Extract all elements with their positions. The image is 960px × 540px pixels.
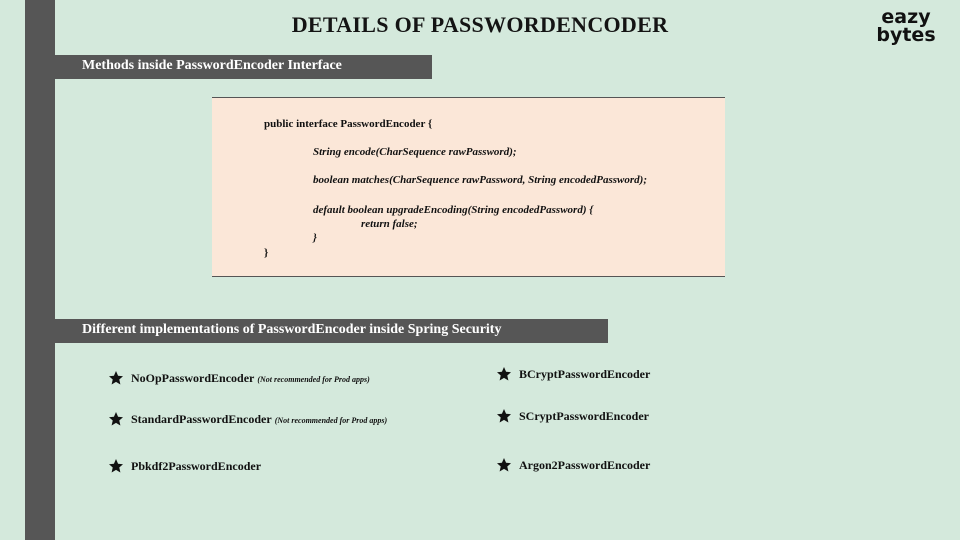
star-icon bbox=[109, 371, 123, 385]
star-icon bbox=[497, 409, 511, 423]
code-line-inner-brace: } bbox=[313, 232, 317, 244]
section-header-methods: Methods inside PasswordEncoder Interface bbox=[55, 55, 432, 79]
list-item-scrypt: SCryptPasswordEncoder bbox=[497, 409, 650, 424]
star-icon bbox=[497, 458, 511, 472]
eazybytes-logo: eazy bytes bbox=[872, 8, 940, 46]
code-line-interface: public interface PasswordEncoder { bbox=[264, 118, 433, 130]
star-icon bbox=[109, 459, 123, 473]
code-line-encode: String encode(CharSequence rawPassword); bbox=[313, 146, 517, 158]
item-label: StandardPasswordEncoder bbox=[131, 412, 272, 426]
section-header-implementations: Different implementations of PasswordEnc… bbox=[55, 319, 608, 343]
left-accent-bar bbox=[25, 0, 55, 540]
star-icon bbox=[109, 412, 123, 426]
code-line-return: return false; bbox=[361, 218, 418, 230]
logo-line-2: bytes bbox=[876, 24, 936, 46]
code-line-upgrade: default boolean upgradeEncoding(String e… bbox=[313, 204, 594, 216]
code-block: public interface PasswordEncoder { Strin… bbox=[212, 97, 725, 277]
list-item-standard: StandardPasswordEncoder (Not recommended … bbox=[109, 412, 388, 427]
list-item-argon2: Argon2PasswordEncoder bbox=[497, 458, 651, 473]
star-icon bbox=[497, 367, 511, 381]
page-title: DETAILS OF PASSWORDENCODER bbox=[291, 12, 669, 37]
code-line-matches: boolean matches(CharSequence rawPassword… bbox=[313, 174, 647, 186]
list-item-bcrypt: BCryptPasswordEncoder bbox=[497, 367, 651, 382]
item-label: BCryptPasswordEncoder bbox=[519, 367, 651, 381]
list-item-noop: NoOpPasswordEncoder (Not recommended for … bbox=[109, 371, 370, 386]
item-note: (Not recommended for Prod apps) bbox=[257, 375, 370, 384]
item-label: NoOpPasswordEncoder bbox=[131, 371, 255, 385]
list-item-pbkdf2: Pbkdf2PasswordEncoder bbox=[109, 459, 262, 474]
item-note: (Not recommended for Prod apps) bbox=[274, 416, 388, 425]
code-line-outer-brace: } bbox=[264, 247, 269, 259]
item-label: Argon2PasswordEncoder bbox=[519, 458, 651, 472]
item-label: SCryptPasswordEncoder bbox=[519, 409, 650, 423]
item-label: Pbkdf2PasswordEncoder bbox=[131, 459, 262, 473]
